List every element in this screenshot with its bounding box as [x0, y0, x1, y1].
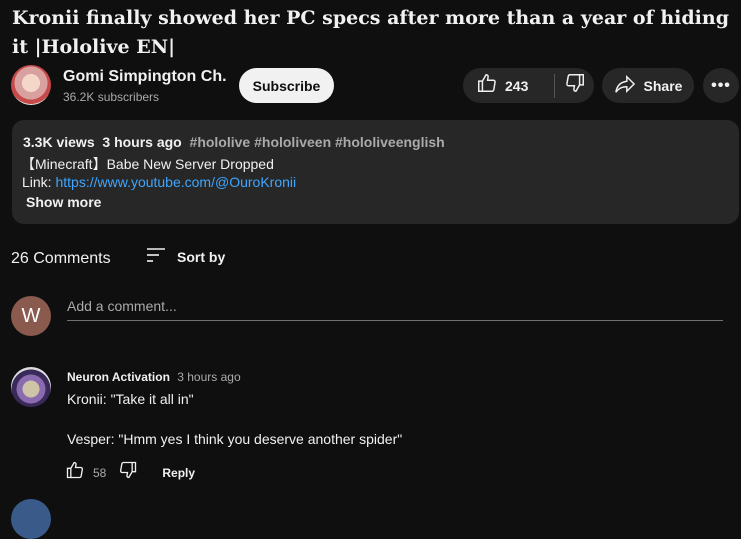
sort-by-button[interactable]: Sort by — [146, 247, 225, 266]
like-count: 243 — [505, 77, 529, 94]
share-label: Share — [643, 77, 683, 94]
link-prefix: Link: — [22, 174, 56, 190]
subscriber-count: 36.2K subscribers — [63, 90, 160, 104]
comments-count: 26 Comments — [11, 250, 111, 267]
comment-author[interactable]: Neuron Activation — [67, 370, 170, 384]
channel-name[interactable]: Gomi Simpington Ch. — [63, 68, 227, 86]
subscribe-button[interactable]: Subscribe — [239, 68, 334, 103]
show-more-button[interactable]: Show more — [26, 194, 101, 210]
comment-like-button[interactable] — [65, 460, 85, 485]
comment-author-avatar[interactable] — [11, 367, 51, 407]
comment-text-line: Kronii: "Take it all in" — [67, 391, 194, 407]
thumbs-up-icon — [476, 72, 498, 99]
description-meta: 3.3K views 3 hours ago #hololive #hololi… — [23, 134, 445, 150]
more-dots-icon: ••• — [711, 76, 731, 94]
thumbs-down-icon — [564, 72, 586, 99]
channel-link[interactable]: https://www.youtube.com/@OuroKronii — [55, 174, 296, 190]
add-comment-input[interactable]: Add a comment... — [67, 296, 723, 321]
thumbs-up-icon — [66, 461, 84, 479]
description-box[interactable]: 3.3K views 3 hours ago #hololive #hololi… — [12, 120, 739, 224]
sort-icon — [146, 247, 166, 266]
sort-label: Sort by — [177, 248, 226, 265]
share-button[interactable]: Share — [602, 68, 694, 103]
description-link-line: Link: https://www.youtube.com/@OuroKroni… — [22, 174, 296, 190]
dislike-button[interactable] — [555, 68, 594, 103]
comment-dislike-button[interactable] — [118, 460, 138, 485]
like-button[interactable]: 243 — [463, 68, 554, 103]
reply-button[interactable]: Reply — [162, 466, 195, 480]
user-avatar: W — [11, 296, 51, 336]
upload-time: 3 hours ago — [102, 134, 182, 150]
comment-text-line: Vesper: "Hmm yes I think you deserve ano… — [67, 431, 403, 447]
comment-like-count: 58 — [93, 465, 107, 480]
comment-actions: 58 Reply — [65, 460, 195, 485]
video-title: Kronii finally showed her PC specs after… — [12, 7, 729, 58]
more-actions-button[interactable]: ••• — [703, 68, 739, 103]
comment-time[interactable]: 3 hours ago — [177, 370, 240, 384]
view-count: 3.3K views — [23, 134, 95, 150]
share-arrow-icon — [614, 74, 636, 97]
description-line: 【Minecraft】Babe New Server Dropped — [21, 156, 274, 172]
next-comment-avatar[interactable] — [11, 499, 51, 539]
channel-avatar[interactable] — [11, 65, 51, 105]
thumbs-down-icon — [120, 461, 137, 479]
comment-header: Neuron Activation 3 hours ago — [67, 370, 241, 384]
hashtags[interactable]: #hololive #hololiveen #hololiveenglish — [190, 134, 445, 150]
like-dislike-bar: 243 — [463, 68, 594, 103]
